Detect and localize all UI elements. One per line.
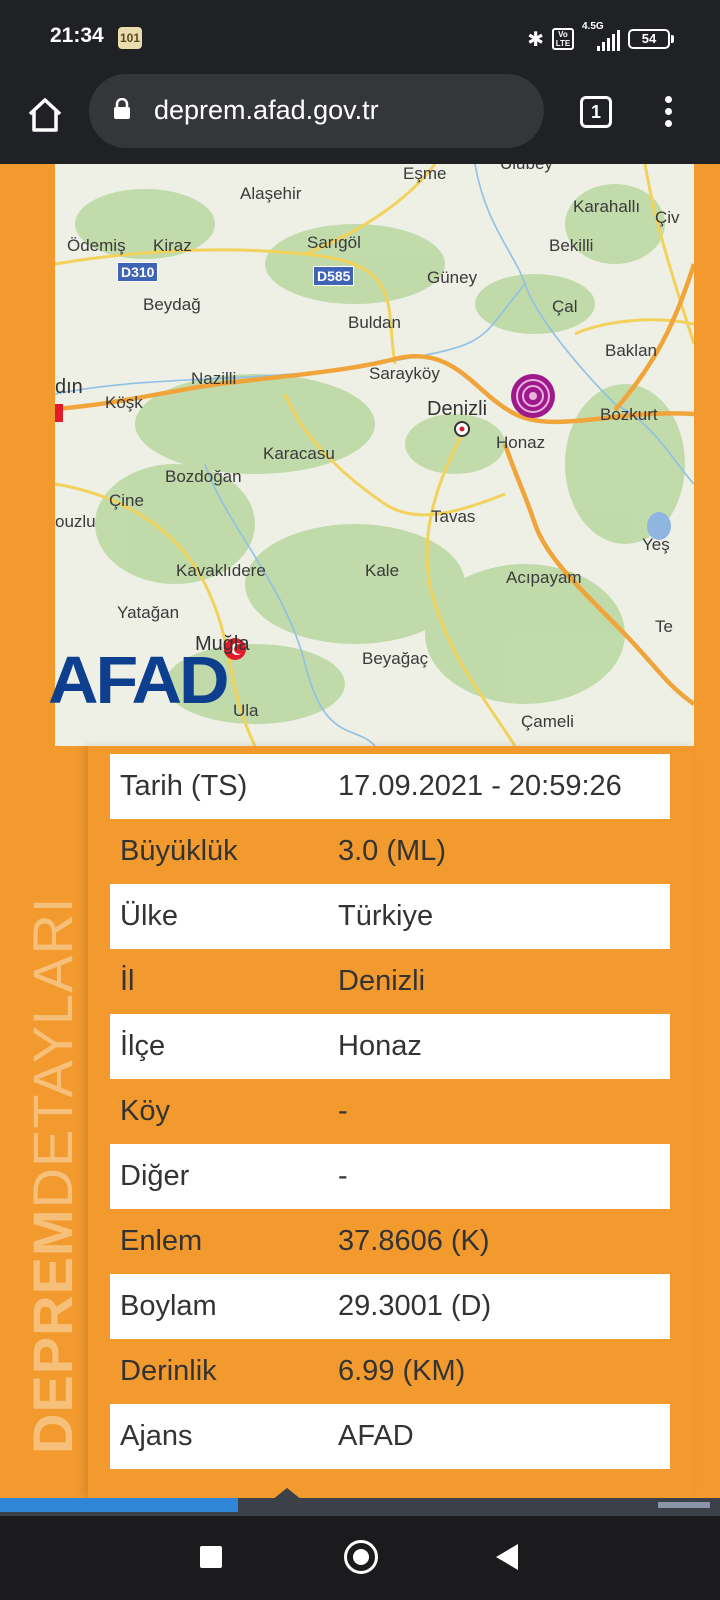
status-time: 21:34 [50, 24, 104, 47]
detail-key: Ajans [110, 1404, 328, 1469]
section-title-vertical: DEPREMDETAYLARI [20, 897, 85, 1454]
detail-row: Enlem 37.8606 (K) [110, 1209, 670, 1274]
section-title-bold: DEPREM [21, 1208, 84, 1454]
map-label: Bozkurt [600, 405, 658, 424]
detail-row: İlçe Honaz [110, 1014, 670, 1079]
map-label: Çine [109, 491, 144, 510]
map-label: Kavaklıdere [176, 561, 266, 580]
map-label: Kale [365, 561, 400, 580]
map-label: Te [655, 617, 673, 636]
map-label: Honaz [496, 433, 546, 452]
map-label: dın [55, 376, 83, 398]
detail-value: - [338, 1095, 348, 1127]
signal-icon: 4.5G [582, 21, 620, 51]
map-label: Beydağ [143, 295, 201, 314]
detail-value: 37.8606 (K) [338, 1225, 490, 1257]
detail-value: 29.3001 (D) [328, 1274, 670, 1339]
detail-value: Türkiye [328, 884, 670, 949]
detail-row: Büyüklük 3.0 (ML) [110, 819, 670, 884]
url-text[interactable]: deprem.afad.gov.tr [154, 95, 379, 126]
detail-value: 3.0 (ML) [338, 835, 446, 867]
map-label: Acıpayam [506, 568, 582, 587]
system-nav-bar [0, 1516, 720, 1600]
detail-row: Diğer - [110, 1144, 670, 1209]
detail-row: Köy - [110, 1079, 670, 1144]
volte-icon: Vo LTE [552, 28, 574, 50]
map-label: Eşme [403, 164, 447, 183]
strip-notch [272, 1488, 302, 1500]
map-label: Çal [552, 297, 578, 316]
home-icon[interactable] [24, 94, 66, 136]
detail-key: Enlem [120, 1225, 203, 1257]
detail-key: İl [120, 965, 135, 997]
page-content: Eşme Ulubey Alaşehir Karahallı Çiv Ödemi… [0, 164, 720, 1498]
detail-row: İl Denizli [110, 949, 670, 1014]
map-label: Karacasu [263, 444, 335, 463]
map-label: Yatağan [117, 603, 180, 622]
map-label: Sarıgöl [307, 233, 361, 252]
detail-value: 17.09.2021 - 20:59:26 [328, 754, 670, 819]
map-label: Bozdoğan [165, 467, 242, 486]
battery-icon: 54 [628, 29, 674, 49]
map-label: Denizli [427, 398, 488, 420]
map-label: Ödemiş [67, 236, 126, 255]
afad-logo: AFAD [48, 642, 230, 718]
road-shield: D585 [313, 266, 355, 286]
page-progress-strip [0, 1488, 720, 1516]
detail-value: AFAD [328, 1404, 670, 1469]
detail-row: Ülke Türkiye [110, 884, 670, 949]
detail-row: Tarih (TS) 17.09.2021 - 20:59:26 [110, 754, 670, 819]
map-label: Çiv [655, 208, 680, 227]
map-label: Kiraz [153, 236, 192, 255]
detail-row: Derinlik 6.99 (KM) [110, 1339, 670, 1404]
section-title-light: DETAYLARI [21, 896, 84, 1209]
back-icon[interactable] [496, 1544, 518, 1570]
lock-icon [112, 97, 132, 120]
map-label: Buldan [348, 313, 401, 332]
earthquake-details-table: Tarih (TS) 17.09.2021 - 20:59:26 Büyüklük 3… [110, 754, 670, 1469]
detail-row: Ajans AFAD [110, 1404, 670, 1469]
bluetooth-icon: ✱ [527, 27, 544, 51]
detail-key: Tarih (TS) [110, 754, 328, 819]
status-bar: 21:34 101 ✱ Vo LTE 4.5G 54 [0, 0, 720, 78]
detail-key: Derinlik [120, 1355, 217, 1387]
map-label: Güney [427, 268, 478, 287]
map-label: Beyağaç [362, 649, 429, 668]
overflow-menu-icon[interactable] [660, 96, 676, 130]
map-label: Sarayköy [369, 364, 440, 383]
detail-key: Köy [120, 1095, 170, 1127]
map-label: Alaşehir [240, 184, 302, 203]
page-progress-fill [0, 1498, 238, 1512]
map-label: Nazilli [191, 369, 237, 388]
map-label: Tavas [431, 507, 476, 526]
detail-value: 6.99 (KM) [338, 1355, 466, 1387]
detail-key: Diğer [110, 1144, 328, 1209]
detail-key: İlçe [110, 1014, 328, 1079]
map-label: ouzlu [55, 512, 96, 531]
detail-key: Boylam [110, 1274, 328, 1339]
map-label: Ulubey [500, 164, 553, 174]
road-shield: D310 [117, 262, 159, 282]
detail-value: Honaz [328, 1014, 670, 1079]
home-circle-icon[interactable] [344, 1540, 378, 1574]
detail-row: Boylam 29.3001 (D) [110, 1274, 670, 1339]
detail-key: Ülke [110, 884, 328, 949]
detail-key: Büyüklük [120, 835, 238, 867]
strip-handle[interactable] [658, 1502, 710, 1508]
notification-badge-icon: 101 [118, 27, 142, 49]
battery-level: 54 [641, 31, 657, 46]
tab-switcher-button[interactable]: 1 [580, 96, 612, 128]
map-label: Bekilli [549, 236, 594, 255]
map-label: Köşk [105, 393, 143, 412]
map-label: Baklan [605, 341, 657, 360]
map-label: Karahallı [573, 197, 641, 216]
detail-value: - [328, 1144, 670, 1209]
epicenter-marker-icon[interactable] [511, 374, 555, 418]
map-label: Yeş [642, 535, 670, 554]
status-indicators: ✱ Vo LTE 4.5G 54 [527, 21, 674, 54]
map-label: Çameli [521, 712, 574, 731]
detail-value: Denizli [338, 965, 426, 997]
recents-icon[interactable] [200, 1546, 222, 1568]
map-label: Ula [233, 701, 259, 720]
